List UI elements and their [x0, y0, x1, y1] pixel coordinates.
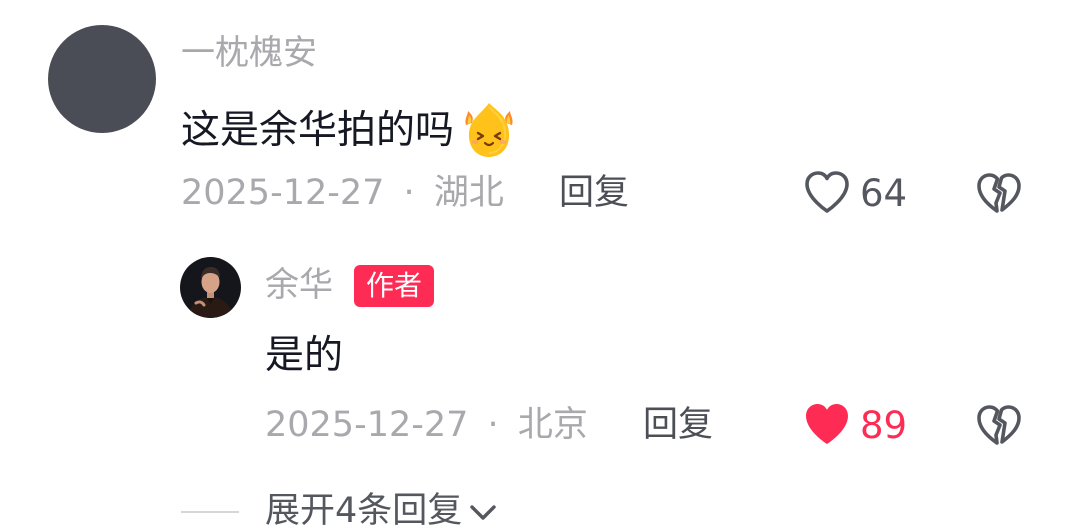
comment-username[interactable]: 一枕槐安 [181, 36, 317, 70]
comment-location: 湖北 [433, 173, 504, 213]
comment-section: 一枕槐安 这是余华拍的吗 2025-12-27 · 湖北 回复 64 余华 作者… [0, 0, 1080, 526]
expand-replies-label: 展开4条回复 [265, 491, 463, 526]
like-count: 64 [860, 172, 908, 215]
comment-text: 这是余华拍的吗 [181, 107, 455, 153]
author-badge: 作者 [354, 265, 435, 307]
comment-meta: 2025-12-27 · 湖北 [181, 176, 504, 211]
fire-smile-emoji-icon [456, 99, 522, 161]
meta-separator: · [487, 405, 499, 445]
broken-heart-icon[interactable] [975, 171, 1023, 215]
reply-like-count: 89 [860, 404, 908, 447]
comment-body: 这是余华拍的吗 [181, 99, 522, 161]
reply-location: 北京 [517, 405, 588, 445]
comment-date: 2025-12-27 [181, 173, 385, 213]
reply-meta: 2025-12-27 · 北京 [265, 408, 588, 443]
reply-button[interactable]: 回复 [643, 408, 713, 443]
meta-separator: · [403, 173, 415, 213]
chevron-down-icon [468, 500, 498, 524]
reply-avatar[interactable] [180, 257, 241, 318]
avatar[interactable] [48, 25, 156, 133]
heart-filled-icon[interactable] [803, 401, 851, 447]
expand-divider [181, 511, 239, 513]
reply-username[interactable]: 余华 [265, 268, 333, 302]
reply-date: 2025-12-27 [265, 405, 469, 445]
reply-button[interactable]: 回复 [559, 176, 629, 211]
reply-text: 是的 [265, 333, 344, 378]
expand-replies-button[interactable]: 展开4条回复 [265, 494, 498, 526]
broken-heart-icon[interactable] [975, 403, 1023, 447]
heart-icon[interactable] [803, 169, 851, 215]
